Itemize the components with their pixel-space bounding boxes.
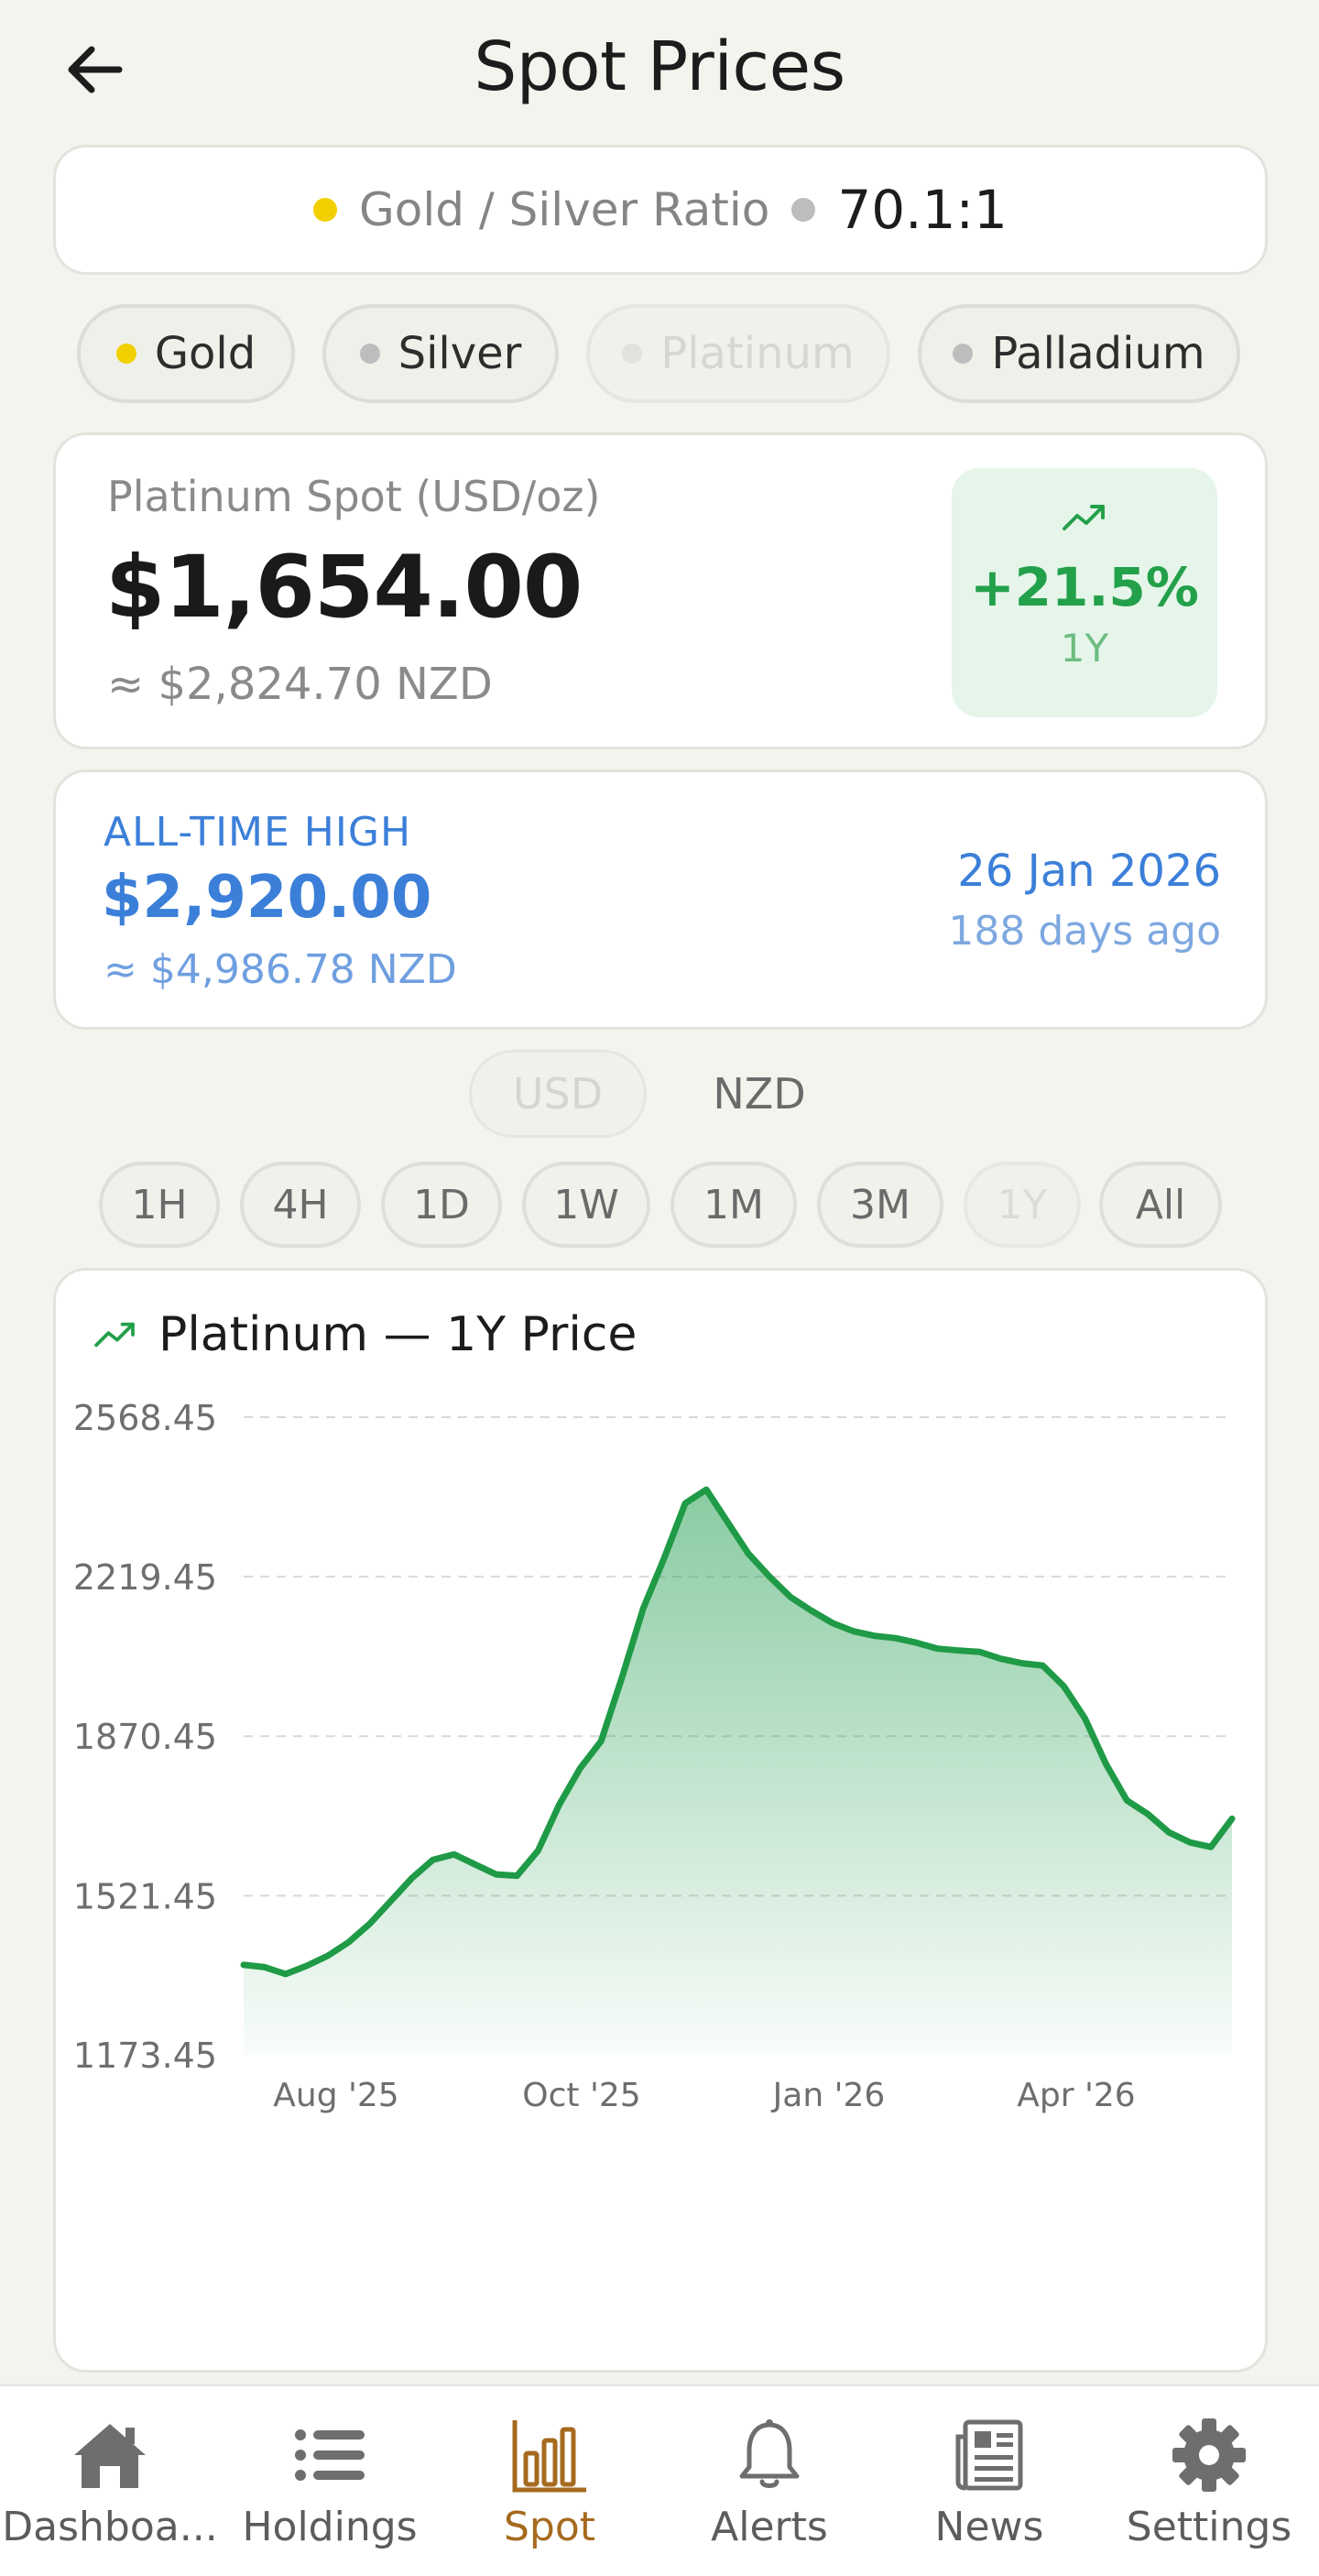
price-area-fill [244, 1490, 1232, 2055]
y-tick-label: 1870.45 [73, 1717, 217, 1757]
range-1m-button[interactable]: 1M [670, 1162, 797, 1248]
metal-chip-label: Gold [154, 328, 256, 379]
nav-item-news[interactable]: News [879, 2386, 1099, 2576]
x-tick-label: Jan '26 [771, 2077, 886, 2114]
header: Spot Prices [0, 0, 1319, 137]
price-chart-card: 2568.45 2219.45 1870.45 1521.45 1173.45 Aug '… [53, 1268, 1268, 2373]
chart-header: Platinum — 1Y Price [93, 1307, 637, 1362]
all-time-high-card: ALL-TIME HIGH $2,920.00 ≈ $4,986.78 NZD … [53, 770, 1268, 1030]
trending-up-icon [94, 1322, 135, 1348]
currency-nzd-button[interactable]: NZD [670, 1050, 848, 1138]
change-badge: +21.5% 1Y [952, 468, 1217, 717]
ath-nzd: ≈ $4,986.78 NZD [104, 946, 457, 993]
silver-dot-icon [359, 344, 380, 364]
change-period: 1Y [1060, 626, 1109, 671]
metal-chip-label: Palladium [991, 328, 1205, 379]
ratio-label: Gold / Silver Ratio [359, 183, 770, 236]
nav-item-settings[interactable]: Settings [1099, 2386, 1319, 2576]
silver-dot-icon [791, 198, 816, 222]
nav-label: News [934, 2504, 1044, 2550]
trending-up-icon [1063, 505, 1105, 530]
nav-label: Dashboa... [2, 2504, 218, 2550]
range-all-button[interactable]: All [1099, 1162, 1222, 1248]
newspaper-icon [943, 2414, 1035, 2496]
nav-item-spot[interactable]: Spot [440, 2386, 660, 2576]
x-tick-label: Aug '25 [273, 2077, 398, 2114]
gear-icon [1163, 2414, 1255, 2496]
list-icon [284, 2414, 376, 2496]
nav-label: Spot [503, 2504, 596, 2550]
gold-dot-icon [313, 198, 338, 222]
nav-item-dashboard[interactable]: Dashboa... [0, 2386, 220, 2576]
range-3m-button[interactable]: 3M [817, 1162, 943, 1248]
chart-title: Platinum — 1Y Price [158, 1307, 638, 1362]
nav-label: Alerts [711, 2504, 828, 2550]
range-1w-button[interactable]: 1W [522, 1162, 650, 1248]
ath-date: 26 Jan 2026 [957, 846, 1221, 897]
palladium-dot-icon [953, 344, 974, 364]
ath-days-ago: 188 days ago [948, 908, 1221, 955]
metal-chip-palladium[interactable]: Palladium [918, 304, 1240, 403]
currency-usd-button[interactable]: USD [469, 1050, 647, 1138]
metal-chip-gold[interactable]: Gold [77, 304, 295, 403]
bell-icon [724, 2414, 815, 2496]
nav-item-alerts[interactable]: Alerts [660, 2386, 879, 2576]
ath-label: ALL-TIME HIGH [104, 809, 412, 856]
nav-item-holdings[interactable]: Holdings [220, 2386, 440, 2576]
spot-price-card: Platinum Spot (USD/oz) $1,654.00 ≈ $2,82… [53, 432, 1268, 749]
spot-price-label: Platinum Spot (USD/oz) [107, 472, 601, 521]
spot-price-value: $1,654.00 [105, 538, 583, 638]
y-tick-label: 1521.45 [73, 1876, 217, 1916]
bottom-navigation: Dashboa... Holdings Spot Alerts News Set… [0, 2384, 1319, 2576]
ath-value: $2,920.00 [102, 864, 432, 932]
gold-silver-ratio-card: Gold / Silver Ratio 70.1:1 [53, 145, 1268, 275]
platinum-dot-icon [622, 344, 643, 364]
range-1y-button[interactable]: 1Y [964, 1162, 1081, 1248]
y-tick-label: 2219.45 [73, 1557, 217, 1598]
range-1d-button[interactable]: 1D [381, 1162, 502, 1248]
x-tick-label: Oct '25 [522, 2077, 640, 2114]
range-1h-button[interactable]: 1H [99, 1162, 220, 1248]
gold-dot-icon [115, 344, 136, 364]
page-title: Spot Prices [474, 27, 845, 106]
metal-chip-label: Silver [398, 328, 522, 379]
change-percent: +21.5% [970, 556, 1199, 618]
x-tick-label: Apr '26 [1017, 2077, 1135, 2114]
y-tick-label: 1173.45 [73, 2036, 217, 2076]
metal-chip-silver[interactable]: Silver [322, 304, 559, 403]
range-4h-button[interactable]: 4H [240, 1162, 361, 1248]
price-chart: 2568.45 2219.45 1870.45 1521.45 1173.45 Aug '… [73, 1398, 1236, 2114]
metal-chip-label: Platinum [660, 328, 855, 379]
bar-chart-icon [504, 2414, 595, 2496]
spot-price-nzd: ≈ $2,824.70 NZD [107, 659, 493, 710]
nav-label: Settings [1126, 2504, 1292, 2550]
metal-chip-platinum[interactable]: Platinum [586, 304, 890, 403]
ratio-value: 70.1:1 [837, 179, 1008, 241]
home-icon [64, 2414, 156, 2496]
nav-label: Holdings [242, 2504, 418, 2550]
y-tick-label: 2568.45 [73, 1398, 217, 1438]
